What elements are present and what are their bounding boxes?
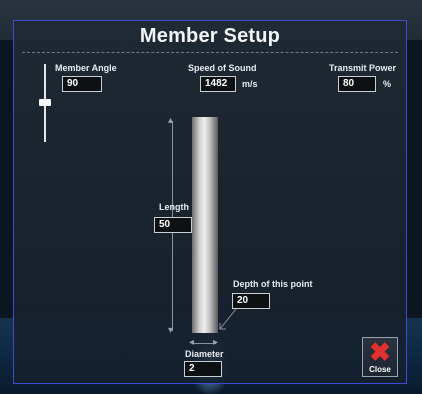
- speed-of-sound-label: Speed of Sound: [188, 63, 257, 73]
- dialog-title: Member Setup: [139, 25, 281, 47]
- transmit-power-unit: %: [383, 79, 392, 89]
- member-angle-label: Member Angle: [55, 63, 117, 73]
- length-field[interactable]: 50: [154, 217, 192, 233]
- close-button[interactable]: ✖ Close: [362, 337, 398, 377]
- depth-label: Depth of this point: [233, 279, 313, 289]
- speed-of-sound-unit: m/s: [242, 79, 258, 89]
- length-label: Length: [159, 202, 189, 212]
- close-button-label: Close: [369, 365, 391, 374]
- diameter-field[interactable]: 2: [184, 361, 222, 377]
- transmit-power-field[interactable]: 80: [338, 76, 376, 92]
- transmit-power-label: Transmit Power: [329, 63, 397, 73]
- speed-of-sound-field[interactable]: 1482: [200, 76, 236, 92]
- close-x-icon: ✖: [369, 337, 391, 367]
- member-angle-field[interactable]: 90: [62, 76, 102, 92]
- diameter-label: Diameter: [185, 349, 224, 359]
- diagonal-pointer-icon: [219, 308, 237, 330]
- member-setup-dialog: Member Setup Member Angle 90 Speed of So…: [13, 20, 407, 384]
- depth-field[interactable]: 20: [232, 293, 270, 309]
- member-rod-graphic: [192, 117, 218, 333]
- member-angle-slider-thumb[interactable]: [39, 99, 51, 106]
- title-divider: [22, 52, 398, 53]
